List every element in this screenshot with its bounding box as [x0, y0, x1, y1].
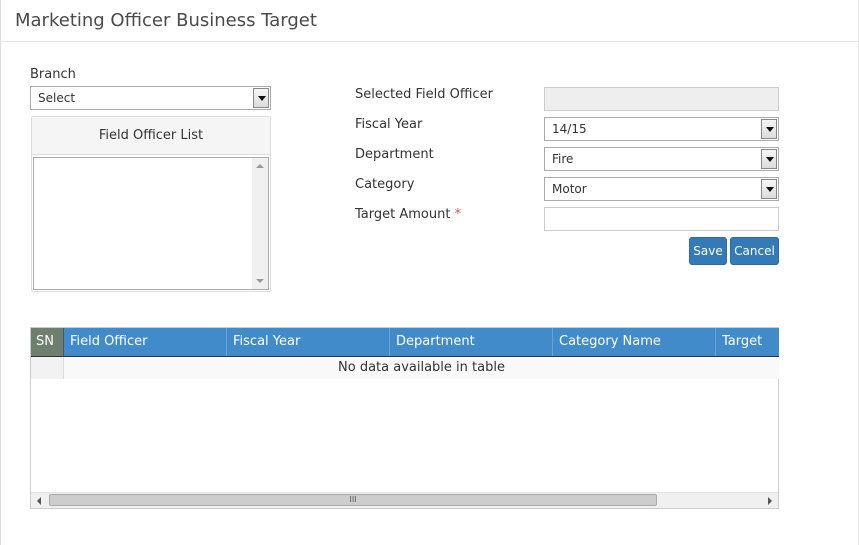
branch-select[interactable]: Select [30, 86, 271, 110]
table-cell-sn [31, 357, 64, 379]
fiscal-year-select[interactable]: 14/15 [544, 117, 779, 141]
department-select[interactable]: Fire [544, 147, 779, 171]
field-officer-listbox[interactable] [33, 157, 269, 290]
column-header-category-name[interactable]: Category Name [553, 328, 716, 356]
branch-label: Branch [30, 67, 76, 82]
scrollbar-thumb[interactable]: III [49, 494, 657, 506]
scroll-right-icon[interactable] [768, 497, 772, 505]
field-officer-panel: Field Officer List [31, 116, 271, 292]
page: Marketing Officer Business Target Branch… [0, 0, 859, 545]
chevron-down-icon[interactable] [761, 149, 777, 169]
listbox-scrollbar[interactable] [252, 158, 268, 289]
empty-table-message: No data available in table [338, 360, 505, 375]
chevron-down-icon[interactable] [761, 179, 777, 199]
required-marker: * [454, 207, 462, 222]
scroll-down-icon[interactable] [256, 279, 264, 283]
column-header-department[interactable]: Department [390, 328, 553, 356]
chevron-down-icon[interactable] [253, 88, 269, 108]
save-button[interactable]: Save [689, 237, 727, 265]
target-amount-label: Target Amount * [355, 207, 461, 222]
chevron-down-icon[interactable] [761, 119, 777, 139]
title-divider [1, 41, 858, 42]
column-header-sn[interactable]: SN [31, 328, 64, 356]
selected-field-officer-field [544, 87, 779, 111]
category-label: Category [355, 177, 415, 192]
table-row: No data available in table [31, 357, 779, 379]
category-value: Motor [552, 182, 587, 196]
category-select[interactable]: Motor [544, 177, 779, 201]
field-officer-list-header: Field Officer List [32, 117, 270, 155]
target-amount-input[interactable] [544, 207, 779, 231]
column-header-field-officer[interactable]: Field Officer [64, 328, 227, 356]
department-value: Fire [552, 152, 574, 166]
department-label: Department [355, 147, 434, 162]
column-header-fiscal-year[interactable]: Fiscal Year [227, 328, 390, 356]
table-header-row: SN Field Officer Fiscal Year Department … [31, 328, 779, 356]
page-title: Marketing Officer Business Target [15, 10, 317, 31]
data-table: SN Field Officer Fiscal Year Department … [30, 327, 779, 509]
cancel-button[interactable]: Cancel [730, 237, 779, 265]
column-header-target[interactable]: Target [716, 328, 779, 356]
branch-select-value: Select [38, 91, 76, 105]
scroll-up-icon[interactable] [256, 164, 264, 168]
fiscal-year-value: 14/15 [552, 122, 587, 136]
scroll-left-icon[interactable] [37, 497, 41, 505]
table-horizontal-scrollbar[interactable]: III [31, 492, 778, 508]
selected-field-officer-label: Selected Field Officer [355, 87, 493, 102]
fiscal-year-label: Fiscal Year [355, 117, 423, 132]
target-amount-label-text: Target Amount [355, 207, 451, 222]
